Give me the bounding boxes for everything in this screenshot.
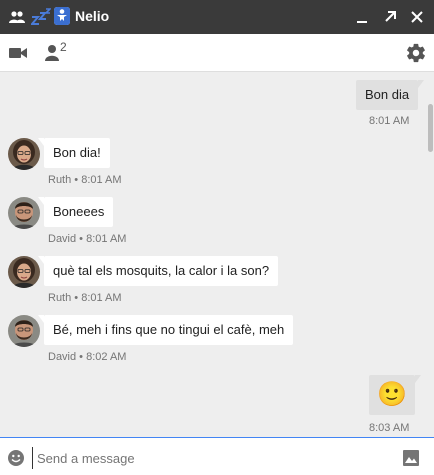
message-sender-time: David • 8:02 AM — [48, 351, 127, 363]
female-avatar[interactable] — [8, 256, 40, 288]
popout-icon — [385, 11, 396, 22]
message-text: Boneees — [53, 204, 105, 219]
message-text: Bon dia! — [53, 145, 101, 160]
sleep-icon — [31, 8, 51, 26]
message-text: Bon dia — [365, 87, 410, 102]
message-text: què tal els mosquits, la calor i la son? — [53, 263, 270, 278]
message-timestamp: 8:03 AM — [369, 422, 410, 434]
group-icon — [9, 10, 25, 24]
outgoing-emoji-bubble: 🙂 — [369, 375, 421, 415]
hangouts-icon — [54, 7, 70, 25]
close-icon — [411, 11, 423, 23]
video-call-button[interactable] — [8, 45, 28, 61]
female-avatar[interactable] — [8, 138, 40, 170]
incoming-message-bubble: Bé, meh i fins que no tingui el cafè, me… — [37, 315, 294, 345]
incoming-message-bubble: Boneees — [37, 197, 114, 227]
settings-gear-icon — [407, 43, 425, 63]
video-call-icon — [9, 48, 27, 58]
people-icon — [45, 45, 59, 61]
message-timestamp: 8:01 AM — [369, 115, 410, 127]
popout-button[interactable] — [380, 7, 400, 27]
message-sender-time: David • 8:01 AM — [48, 233, 127, 245]
title-bar: Nelio — [0, 0, 434, 34]
incoming-message-bubble: Bon dia! — [38, 138, 110, 168]
participant-count: 2 — [60, 40, 67, 54]
emoji-button[interactable] — [7, 449, 25, 467]
message-sender-time: Ruth • 8:01 AM — [48, 292, 122, 304]
settings-button[interactable] — [405, 42, 427, 64]
male-avatar[interactable] — [8, 197, 40, 229]
minimize-button[interactable] — [352, 7, 372, 27]
minimize-icon — [357, 21, 367, 23]
image-icon — [403, 450, 419, 466]
attach-image-button[interactable] — [403, 450, 419, 466]
close-button[interactable] — [407, 7, 427, 27]
message-input-bar — [0, 437, 434, 475]
message-sender-time: Ruth • 8:01 AM — [48, 174, 122, 186]
message-list[interactable]: Bon dia 8:01 AM Bon dia! Ruth • 8:01 AM — [0, 72, 434, 437]
male-avatar[interactable] — [8, 315, 40, 347]
chat-toolbar: 2 — [0, 34, 434, 72]
message-text: Bé, meh i fins que no tingui el cafè, me… — [53, 322, 285, 337]
emoji-icon — [8, 450, 24, 466]
chat-window: Nelio 2 Bon dia 8:01 AM Bon dia! Ruth • … — [0, 0, 434, 475]
smiley-emoji-icon: 🙂 — [377, 381, 407, 408]
participants-button[interactable]: 2 — [45, 40, 73, 63]
incoming-message-bubble: què tal els mosquits, la calor i la son? — [37, 256, 279, 286]
message-scrollbar[interactable] — [428, 104, 433, 152]
outgoing-message-bubble: Bon dia — [356, 80, 425, 110]
window-title: Nelio — [75, 8, 110, 24]
message-input[interactable] — [32, 447, 399, 469]
